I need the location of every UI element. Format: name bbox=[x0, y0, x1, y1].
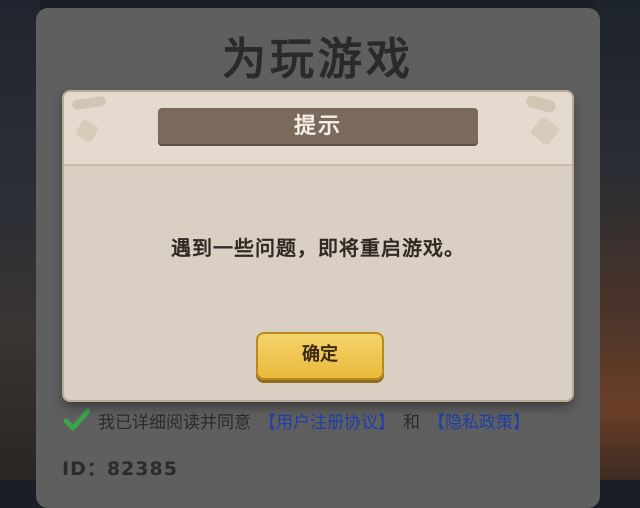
ok-button[interactable]: 确定 bbox=[256, 332, 384, 380]
panel-title: 为玩游戏 bbox=[222, 34, 414, 85]
background-right bbox=[595, 0, 640, 480]
user-agreement-link[interactable]: 【用户注册协议】 bbox=[259, 408, 395, 433]
privacy-policy-link[interactable]: 【隐私政策】 bbox=[428, 408, 530, 433]
agreement-row: 我已详细阅读并同意 【用户注册协议】 和 【隐私政策】 bbox=[63, 406, 530, 434]
user-id: ID：82385 bbox=[62, 458, 178, 480]
decoration bbox=[71, 95, 107, 111]
dialog-message: 遇到一些问题，即将重启游戏。 bbox=[171, 236, 465, 260]
alert-dialog: 提示 遇到一些问题，即将重启游戏。 确定 bbox=[64, 92, 572, 400]
agreement-text: 我已详细阅读并同意 bbox=[98, 412, 251, 433]
dialog-title-bar: 提示 bbox=[158, 108, 478, 146]
agreement-and: 和 bbox=[403, 412, 420, 433]
decoration bbox=[524, 94, 558, 114]
decoration bbox=[529, 115, 561, 147]
background-left bbox=[0, 0, 40, 480]
checkmark-icon[interactable] bbox=[63, 408, 91, 432]
decoration bbox=[74, 118, 100, 144]
dialog-header: 提示 bbox=[64, 92, 572, 166]
dialog-title: 提示 bbox=[293, 114, 342, 139]
